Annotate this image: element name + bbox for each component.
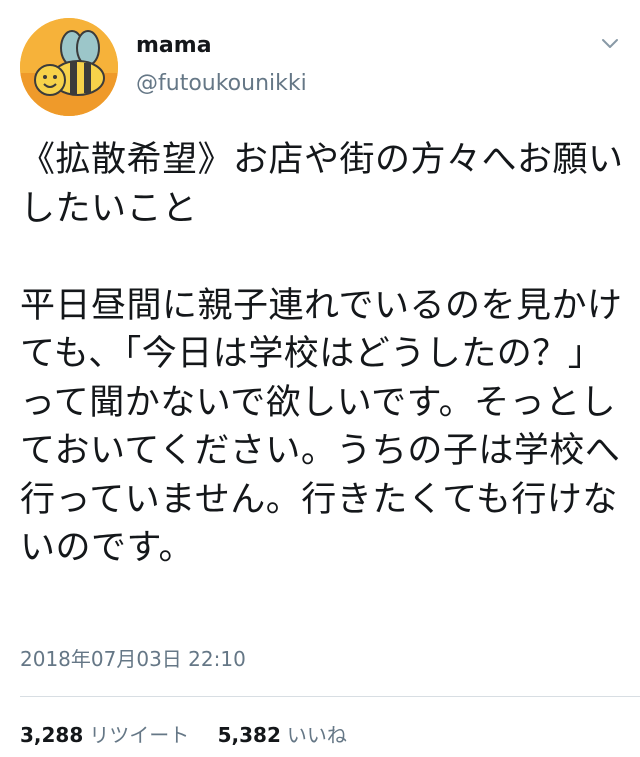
tweet-header: mama @futoukounikki (0, 0, 640, 130)
bee-avatar-illustration (20, 18, 118, 116)
retweets-stat[interactable]: 3,288 リツイート (20, 722, 189, 748)
retweets-count: 3,288 (20, 723, 84, 747)
divider (20, 696, 640, 697)
avatar[interactable] (20, 18, 118, 116)
tweet-timestamp[interactable]: 2018年07月03日 22:10 (20, 646, 246, 672)
tweet-stats: 3,288 リツイート 5,382 いいね (20, 722, 347, 748)
likes-label: いいね (286, 723, 347, 747)
likes-count: 5,382 (217, 723, 281, 747)
tweet-paragraph: 《拡散希望》お店や街の方々へお願いしたいこと (20, 140, 624, 229)
retweets-label: リツイート (89, 723, 190, 747)
likes-stat[interactable]: 5,382 いいね (218, 722, 347, 748)
tweet-text: 《拡散希望》お店や街の方々へお願いしたいこと 平日昼間に親子連れでいるのを見かけ… (20, 136, 625, 573)
paragraph-break (20, 233, 625, 282)
tweet-paragraph: 平日昼間に親子連れでいるのを見かけても、「今日は学校はどうしたの？」って聞かない… (20, 285, 623, 569)
display-name[interactable]: mama (136, 32, 212, 60)
chevron-down-icon[interactable] (596, 30, 624, 58)
user-handle[interactable]: @futoukounikki (136, 70, 307, 98)
tweet-card: mama @futoukounikki 《拡散希望》お店や街の方々へお願いしたい… (0, 0, 640, 757)
